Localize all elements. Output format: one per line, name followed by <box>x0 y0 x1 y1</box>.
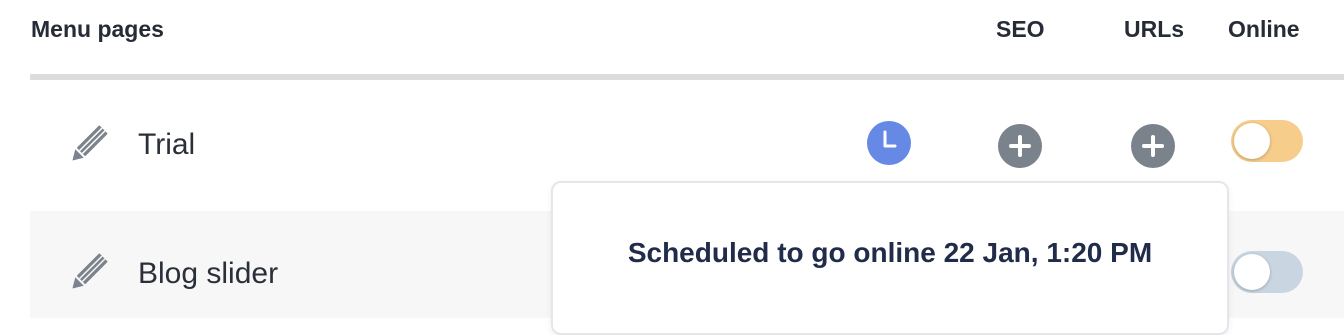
clock-icon[interactable] <box>867 121 911 165</box>
pencil-icon[interactable] <box>64 121 112 169</box>
menu-pages-heading: Menu pages <box>31 16 164 42</box>
plus-icon <box>1009 135 1031 157</box>
schedule-tooltip: Scheduled to go online 22 Jan, 1:20 PM <box>551 181 1229 335</box>
row-label[interactable]: Blog slider <box>138 257 278 291</box>
table-header: Menu pages SEO URLs Online <box>0 0 1344 74</box>
urls-column-header: URLs <box>1124 16 1185 42</box>
online-toggle[interactable] <box>1231 120 1303 162</box>
add-seo-button[interactable] <box>998 124 1042 168</box>
tooltip-text: Scheduled to go online 22 Jan, 1:20 PM <box>627 237 1153 268</box>
toggle-knob <box>1234 123 1270 159</box>
online-toggle[interactable] <box>1231 251 1303 293</box>
toggle-knob <box>1234 254 1270 290</box>
row-label[interactable]: Trial <box>138 128 195 162</box>
seo-column-header: SEO <box>996 16 1045 42</box>
online-column-header: Online <box>1228 16 1300 42</box>
plus-icon <box>1142 135 1164 157</box>
add-urls-button[interactable] <box>1131 124 1175 168</box>
pencil-icon[interactable] <box>64 249 112 297</box>
